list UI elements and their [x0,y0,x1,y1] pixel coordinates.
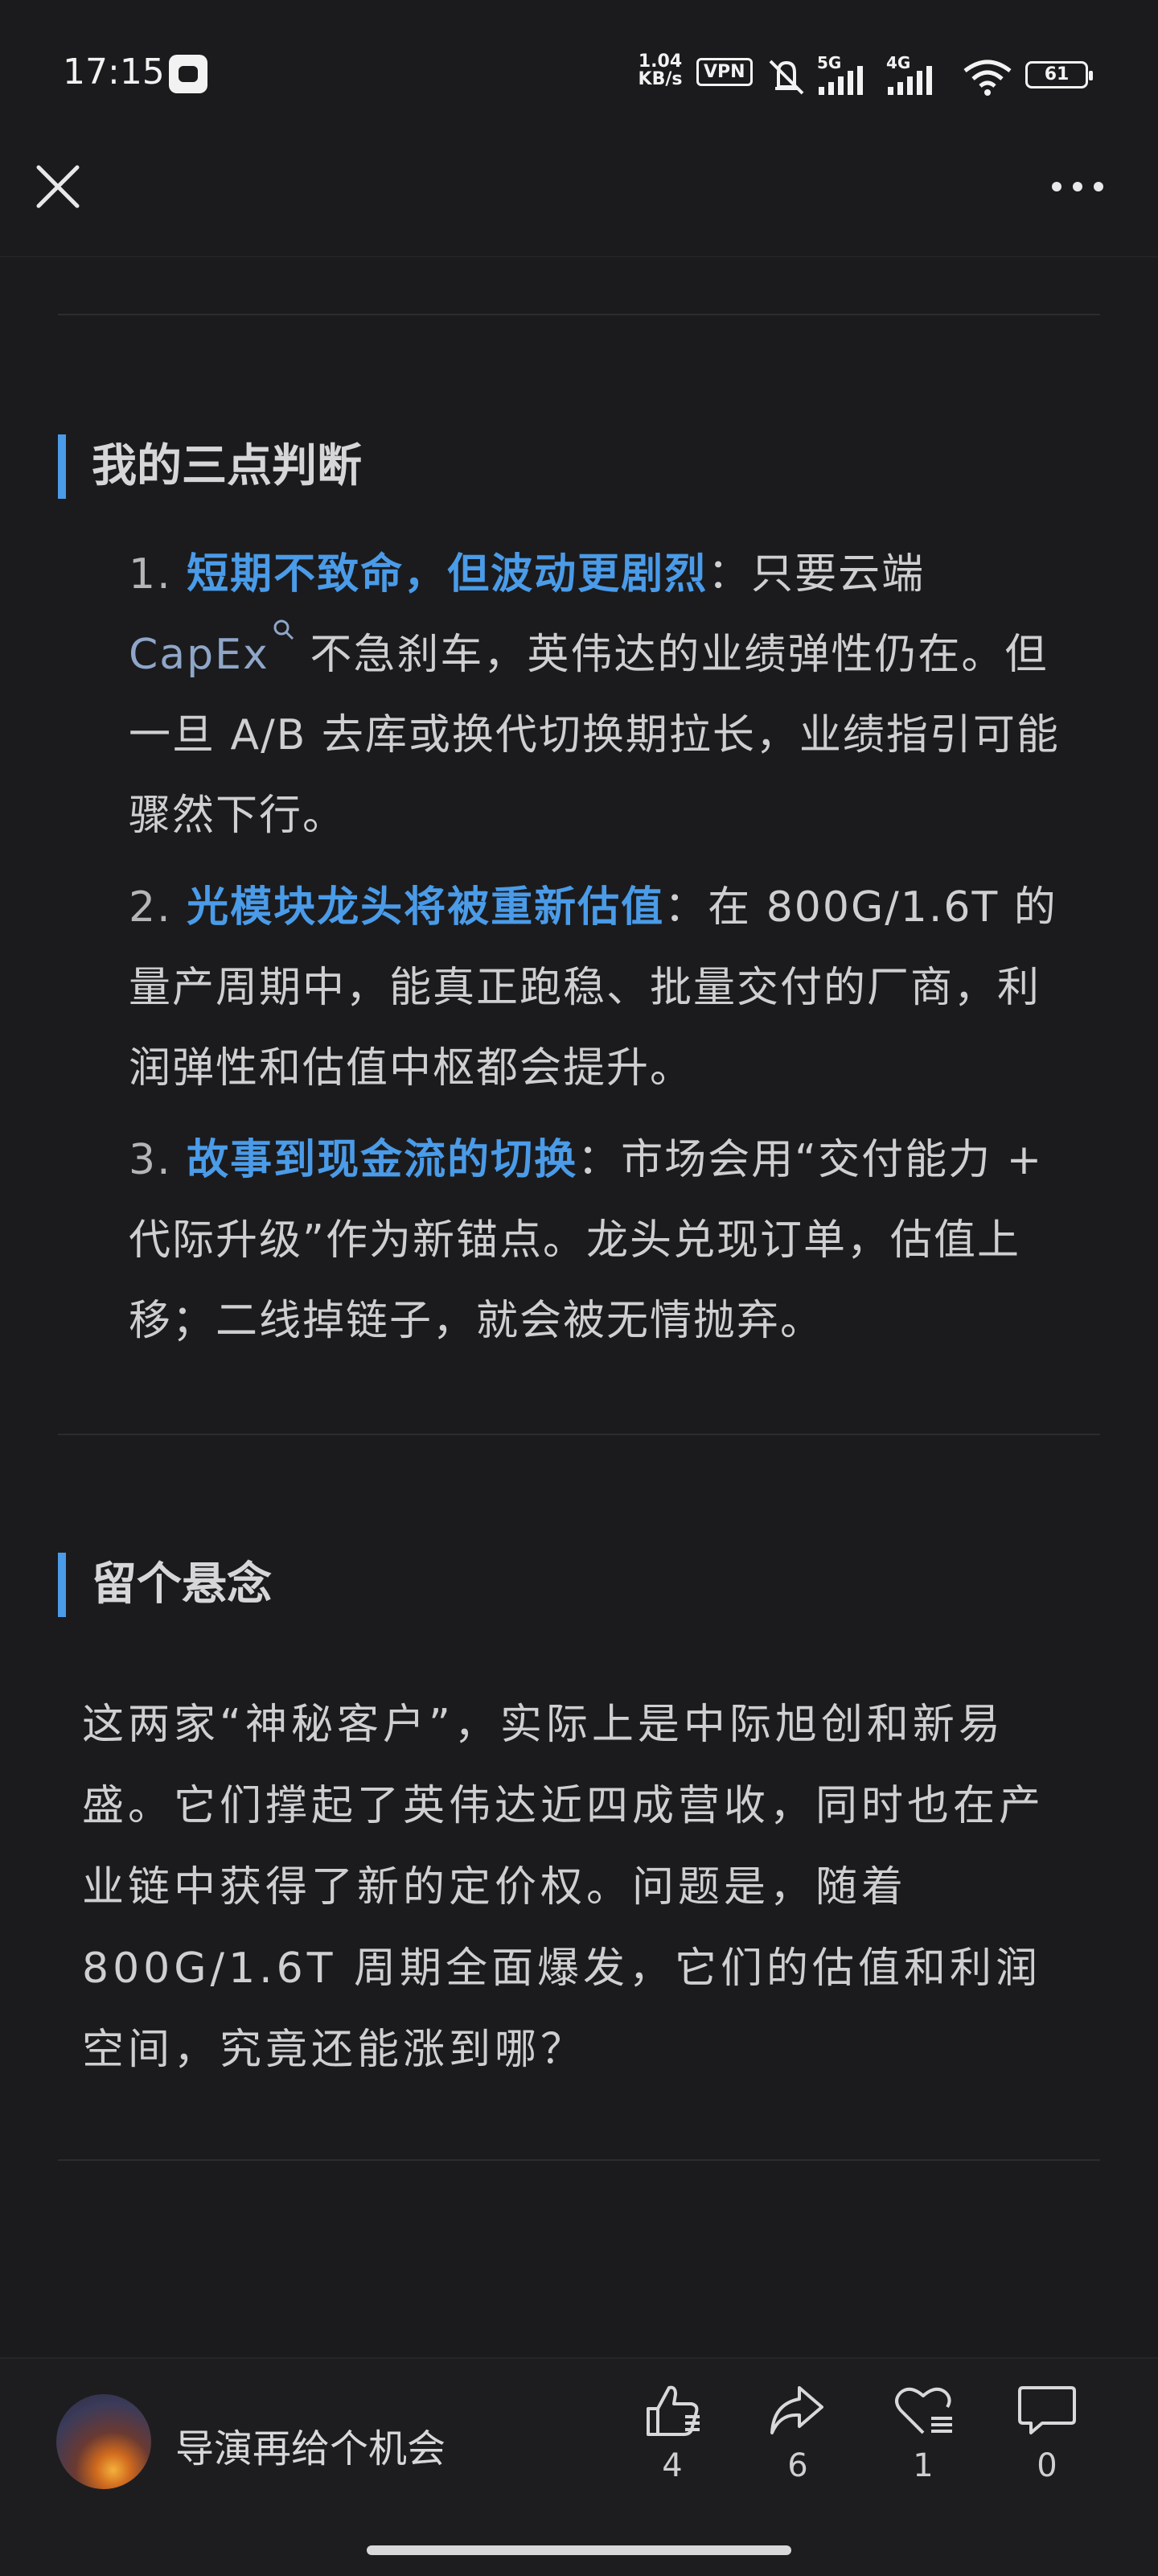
judgment-item-3: 3. 故事到现金流的切换：市场会用“交付能力 + 代际升级”作为新锚点。龙头兑现… [129,1120,1078,1361]
suspense-paragraph: 这两家“神秘客户”，实际上是中际旭创和新易盛。它们撑起了英伟达近四成营收，同时也… [82,1701,1045,2074]
author-name[interactable]: 导演再给个机会 [175,2417,446,2473]
thumbs-up-icon [647,2385,700,2436]
home-indicator[interactable] [367,2545,791,2555]
item-highlight: 光模块龙头将被重新估值 [187,883,665,932]
battery-level: 61 [1044,64,1070,84]
topbar-divider [0,256,1158,257]
comment-count: 0 [1037,2447,1057,2484]
app-notification-icon [169,55,207,93]
heart-icon [895,2387,952,2434]
section-title-suspense: 留个悬念 [58,1553,272,1617]
item-highlight: 短期不致命，但波动更剧烈 [187,550,708,599]
capex-link-text: CapEx [129,631,269,679]
wifi-icon [963,60,1012,96]
network-speed: 1.04 KB/s [632,53,688,88]
share-button[interactable]: 6 [749,2381,846,2484]
section-divider-middle [58,1434,1100,1435]
more-options-button[interactable] [1045,171,1110,203]
section-divider-bottom [58,2159,1100,2161]
item-number: 1. [129,550,172,599]
section-divider-top [58,314,1100,315]
judgment-item-1: 1. 短期不致命，但波动更剧烈：只要云端 CapEx 不急刹车，英伟达的业绩弹性… [129,534,1078,856]
close-icon [36,165,80,208]
bottom-action-bar [0,2357,1158,2576]
item-highlight: 故事到现金流的切换 [187,1136,578,1184]
share-count: 6 [787,2447,808,2484]
network-speed-value: 1.04 [638,51,683,72]
author-avatar[interactable] [56,2394,151,2489]
vpn-indicator: VPN [696,58,753,86]
cellular-signal-icon [819,66,863,95]
section-title-judgment: 我的三点判断 [58,434,362,499]
status-time: 17:15 [63,51,165,93]
network-speed-unit: KB/s [638,69,683,89]
status-bar: 17:15 1.04 KB/s VPN 5G 4G 61 [0,0,1158,149]
close-button[interactable] [32,161,84,212]
more-icon [1052,182,1103,191]
battery-icon: 61 [1025,61,1093,88]
cellular-signal-icon-2 [888,66,932,95]
favorite-button[interactable]: 1 [875,2381,971,2484]
item-number: 3. [129,1136,172,1184]
search-icon [273,619,294,640]
item-text: ：只要云端 [708,550,926,599]
comment-button[interactable]: 0 [999,2381,1095,2484]
comment-icon [1018,2386,1076,2434]
share-icon [770,2386,823,2434]
capex-link[interactable]: CapEx [129,619,295,679]
item-number: 2. [129,883,172,932]
like-count: 4 [662,2447,683,2484]
like-button[interactable]: 4 [624,2381,721,2484]
favorite-count: 1 [913,2447,934,2484]
mute-icon [769,60,804,95]
judgment-item-2: 2. 光模块龙头将被重新估值：在 800G/1.6T 的量产周期中，能真正跑稳、… [129,867,1078,1109]
